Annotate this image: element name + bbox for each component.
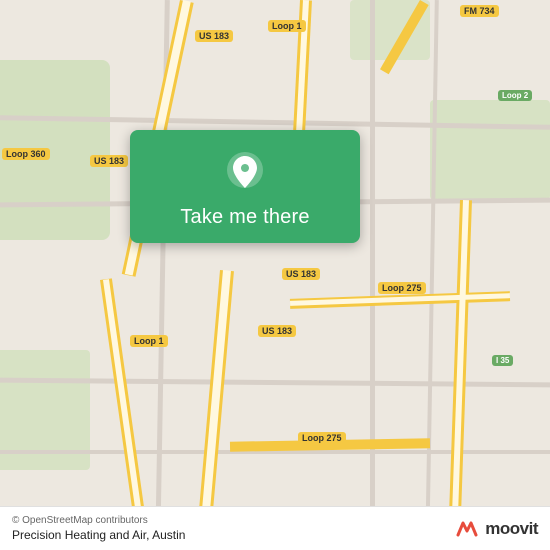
osm-attribution: © OpenStreetMap contributors (12, 515, 185, 526)
location-pin-icon (221, 148, 269, 196)
label-loop360: Loop 360 (2, 148, 50, 160)
label-us183-mid: US 183 (282, 268, 320, 280)
label-fm734: FM 734 (460, 5, 499, 17)
map-container: US 183 Loop 1 US 183 Loop 360 Loop 1 US … (0, 0, 550, 550)
take-me-there-button[interactable]: Take me there (130, 130, 360, 243)
take-me-there-label: Take me there (180, 206, 309, 229)
label-us183-top: US 183 (195, 30, 233, 42)
label-us183-left: US 183 (90, 155, 128, 167)
label-loop1-top: Loop 1 (268, 20, 306, 32)
label-i35: I 35 (492, 355, 513, 366)
label-us183-lower: US 183 (258, 325, 296, 337)
business-name: Precision Heating and Air, Austin (12, 528, 185, 542)
road-minor-vert-2 (370, 0, 375, 550)
bottom-bar-left: © OpenStreetMap contributors Precision H… (12, 515, 185, 542)
label-loop1-lower: Loop 1 (130, 335, 168, 347)
moovit-logo-area: moovit (453, 515, 538, 543)
bottom-bar: © OpenStreetMap contributors Precision H… (0, 506, 550, 550)
moovit-icon (453, 515, 481, 543)
moovit-text: moovit (485, 519, 538, 539)
green-area-right (430, 100, 550, 200)
label-loop2: Loop 2 (498, 90, 532, 101)
label-loop275-right: Loop 275 (378, 282, 426, 294)
label-loop275-bottom: Loop 275 (298, 432, 346, 444)
